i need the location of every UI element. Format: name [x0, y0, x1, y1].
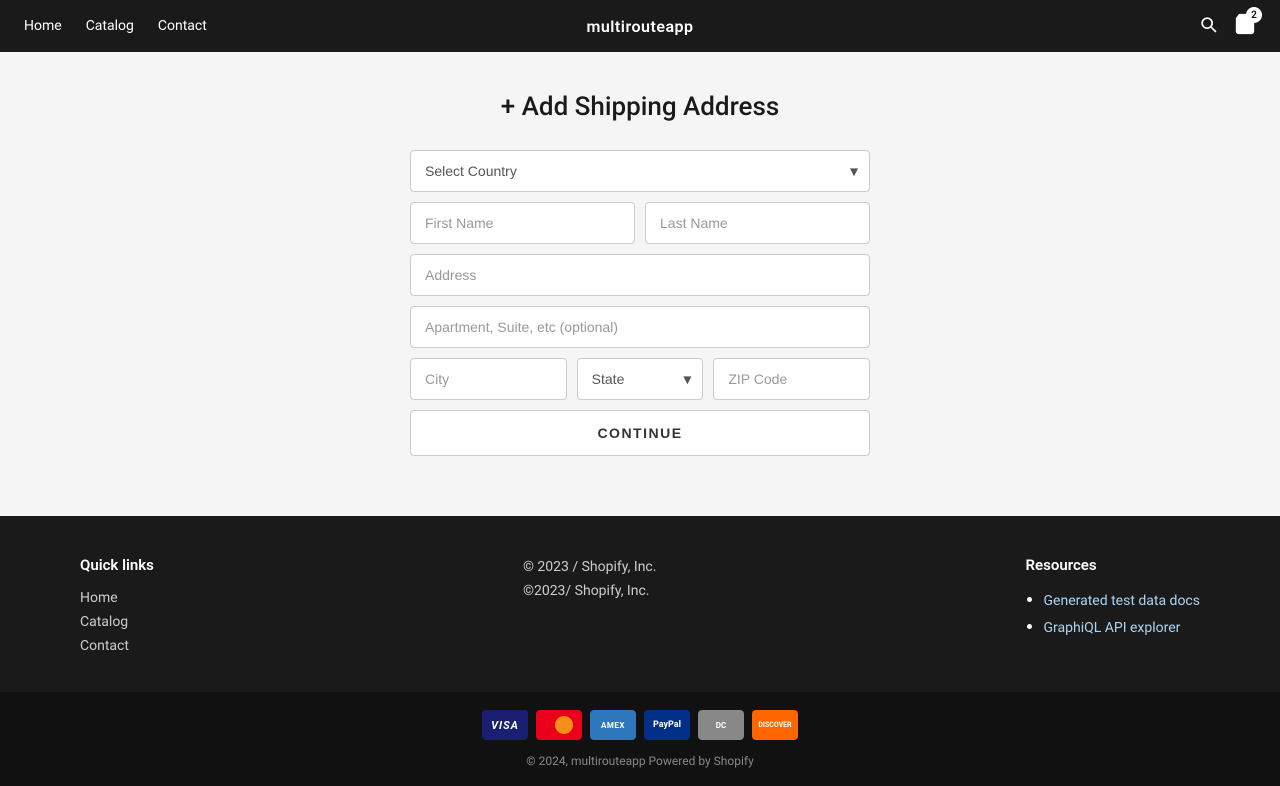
copyright-line1: © 2023 / Shopify, Inc.	[523, 556, 657, 580]
state-select-wrapper: State ▾	[577, 358, 704, 400]
amex-payment-icon: AMEX	[590, 710, 636, 740]
footer-copyright-center: © 2023 / Shopify, Inc. ©2023/ Shopify, I…	[523, 556, 657, 662]
diners-payment-icon: DC	[698, 710, 744, 740]
page-title: + Add Shipping Address	[501, 92, 779, 122]
search-icon[interactable]	[1198, 14, 1218, 38]
main-content: + Add Shipping Address Select Country ▾ …	[0, 52, 1280, 516]
resources-heading: Resources	[1026, 556, 1200, 574]
footer-contact-link[interactable]: Contact	[80, 638, 154, 654]
paypal-payment-icon: PayPal	[644, 710, 690, 740]
footer-bottom: VISA AMEX PayPal DC DISCOVER © 2024, mul…	[0, 692, 1280, 786]
country-select-wrapper: Select Country ▾	[410, 150, 870, 192]
footer-home-link[interactable]: Home	[80, 590, 154, 606]
name-row	[410, 202, 870, 244]
payment-icons: VISA AMEX PayPal DC DISCOVER	[482, 710, 798, 740]
address-input[interactable]	[410, 254, 870, 296]
mastercard-payment-icon	[536, 710, 582, 740]
visa-payment-icon: VISA	[482, 710, 528, 740]
footer: Quick links Home Catalog Contact © 2023 …	[0, 516, 1280, 786]
quick-links-heading: Quick links	[80, 556, 154, 574]
apt-input[interactable]	[410, 306, 870, 348]
nav-actions: 2	[1198, 13, 1256, 39]
nav-contact[interactable]: Contact	[158, 18, 207, 34]
nav-catalog[interactable]: Catalog	[86, 18, 134, 34]
footer-resources: Resources Generated test data docs Graph…	[1026, 556, 1200, 662]
cart-icon-wrap[interactable]: 2	[1234, 13, 1256, 39]
continue-button[interactable]: CONTINUE	[410, 410, 870, 456]
navbar: Home Catalog Contact multirouteapp 2	[0, 0, 1280, 52]
city-state-zip-row: State ▾	[410, 358, 870, 400]
copyright-line2: ©2023/ Shopify, Inc.	[523, 580, 657, 604]
footer-top: Quick links Home Catalog Contact © 2023 …	[0, 516, 1280, 692]
resources-link-1[interactable]: Generated test data docs	[1044, 593, 1200, 609]
state-select[interactable]: State	[577, 358, 704, 400]
footer-quick-links: Quick links Home Catalog Contact	[80, 556, 154, 662]
nav-links: Home Catalog Contact	[24, 18, 207, 34]
brand-name: multirouteapp	[586, 17, 693, 36]
footer-catalog-link[interactable]: Catalog	[80, 614, 154, 630]
first-name-input[interactable]	[410, 202, 635, 244]
resources-link-2[interactable]: GraphiQL API explorer	[1044, 620, 1200, 636]
discover-payment-icon: DISCOVER	[752, 710, 798, 740]
city-input[interactable]	[410, 358, 567, 400]
footer-bottom-copyright: © 2024, multirouteapp Powered by Shopify	[526, 754, 754, 768]
shipping-form: Select Country ▾ State ▾ CONTINUE	[410, 150, 870, 456]
country-select[interactable]: Select Country	[410, 150, 870, 192]
nav-home[interactable]: Home	[24, 18, 62, 34]
last-name-input[interactable]	[645, 202, 870, 244]
cart-badge: 2	[1246, 7, 1262, 23]
zip-input[interactable]	[713, 358, 870, 400]
